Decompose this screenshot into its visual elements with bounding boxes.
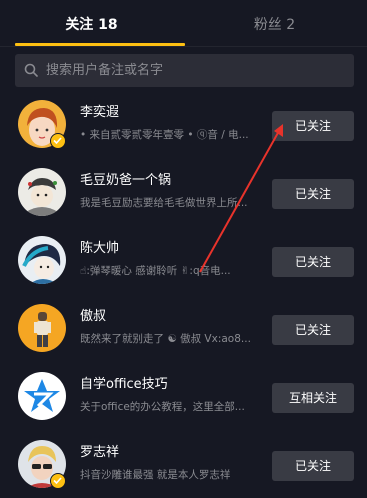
user-description: 既然来了就别走了 ☯ 傲叔 Vx:ao8... [80,333,251,345]
follow-status-button[interactable]: 已关注 [272,247,354,277]
list-item[interactable]: 自学office技巧 关于office的办公教程，这里全部... 互相关注 [0,362,367,430]
user-name: 自学office技巧 [80,377,168,392]
divider [0,46,367,47]
list-item[interactable]: 李奕遐 • 来自贰零贰零年壹零 • ⓠ音 / 电... 已关注 [0,90,367,158]
check-icon [53,477,62,485]
user-name: 陈大帅 [80,241,120,256]
avatar[interactable] [18,236,66,284]
user-description: 关于office的办公教程，这里全部... [80,401,245,413]
tab-followers[interactable]: 粉丝 2 [183,14,366,36]
verified-badge [50,133,66,149]
follow-status-button[interactable]: 已关注 [272,315,354,345]
follow-status-button[interactable]: 已关注 [272,179,354,209]
search-icon [24,63,38,77]
user-name: 李奕遐 [80,105,120,120]
search-bar[interactable] [15,54,354,87]
user-description: • 来自贰零贰零年壹零 • ⓠ音 / 电... [80,129,249,141]
follow-status-button[interactable]: 已关注 [272,111,354,141]
search-input[interactable] [46,54,346,87]
user-name: 傲叔 [80,309,107,324]
list-item[interactable]: 毛豆奶爸一个锅 我是毛豆励志要给毛毛做世界上所... 已关注 [0,158,367,226]
verified-badge [50,473,66,489]
user-description: ☝:弹琴暖心 感谢聆听 ✌:q音电... [80,265,231,277]
avatar[interactable] [18,372,66,420]
avatar[interactable] [18,304,66,352]
avatar[interactable] [18,168,66,216]
tab-following[interactable]: 关注 18 [0,14,183,36]
check-icon [53,137,62,145]
tab-bar: 关注 18 粉丝 2 [0,0,367,47]
list-item[interactable]: 傲叔 既然来了就别走了 ☯ 傲叔 Vx:ao8... 已关注 [0,294,367,362]
follow-status-button[interactable]: 已关注 [272,451,354,481]
user-name: 罗志祥 [80,445,120,460]
list-item[interactable]: 陈大帅 ☝:弹琴暖心 感谢聆听 ✌:q音电... 已关注 [0,226,367,294]
user-name: 毛豆奶爸一个锅 [80,173,172,188]
user-description: 抖音沙雕谁最强 就是本人罗志祥 [80,469,231,481]
mutual-follow-button[interactable]: 互相关注 [272,383,354,413]
user-description: 我是毛豆励志要给毛毛做世界上所... [80,197,248,209]
